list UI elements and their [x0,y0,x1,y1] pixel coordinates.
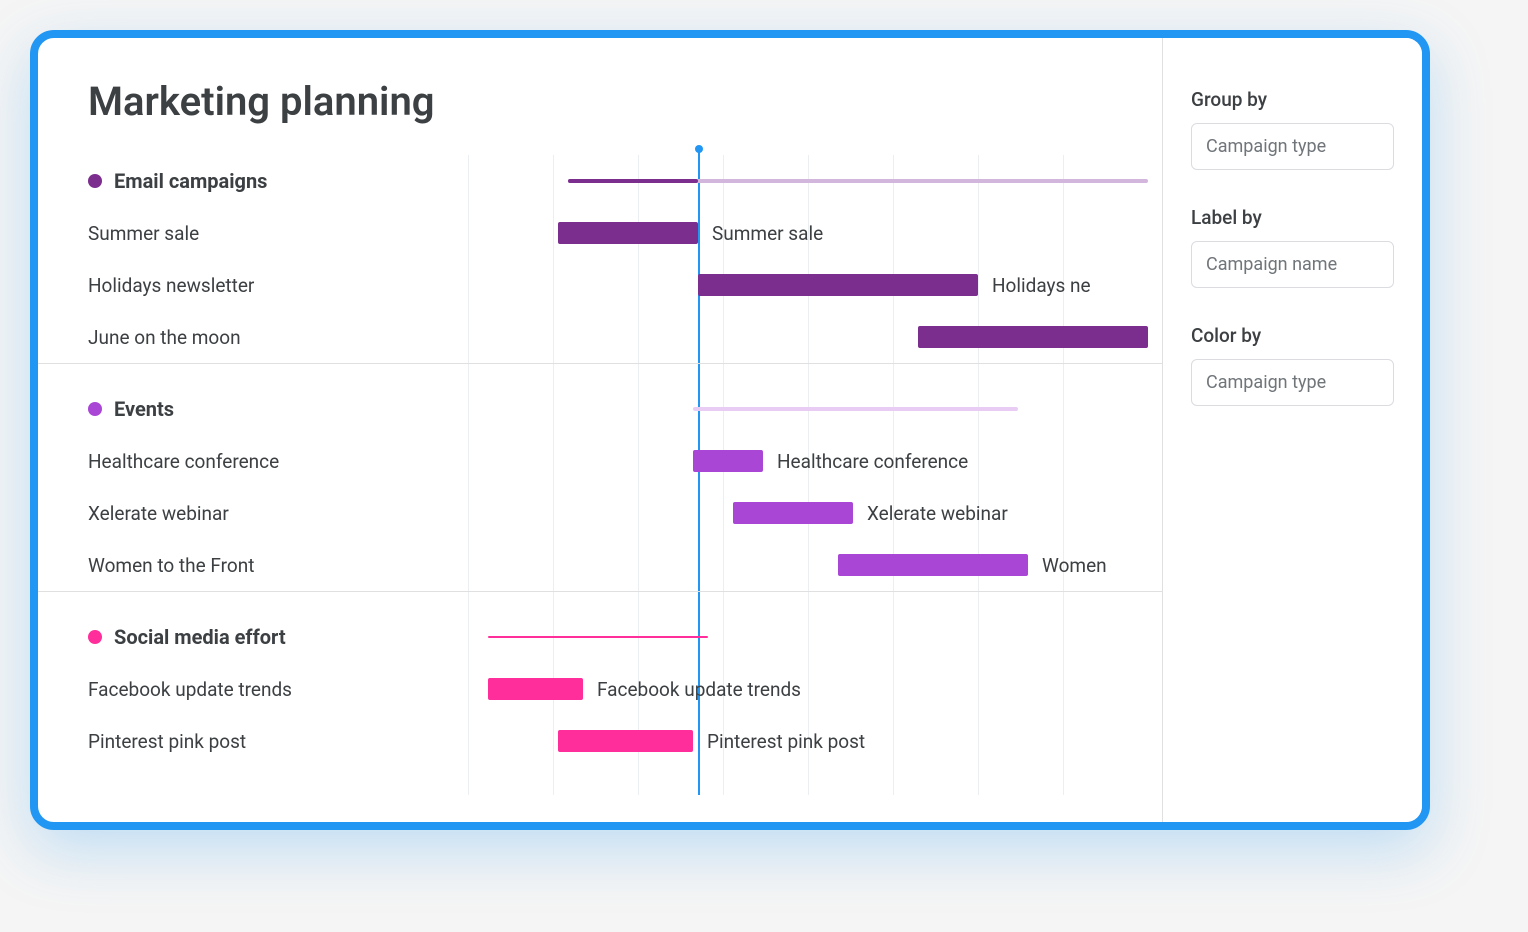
task-bar[interactable] [838,554,1028,576]
task-bar[interactable] [558,730,693,752]
task-label[interactable]: Xelerate webinar [88,487,468,539]
task-bar-row: Pinterest pink post [468,715,1162,767]
group-span-row [468,155,1162,207]
gantt-bars: Summer sale Holidays ne Healthcare confere… [468,155,1162,767]
task-bar-label: Pinterest pink post [707,730,865,752]
group-header[interactable]: Social media effort [88,611,468,663]
task-bar-label: Holidays ne [992,274,1091,296]
group-header[interactable]: Email campaigns [88,155,468,207]
group-header[interactable]: Events [88,383,468,435]
task-bar-label: Healthcare conference [777,450,968,472]
group-span-accent [568,179,698,183]
task-label[interactable]: Healthcare conference [88,435,468,487]
app-window: Marketing planning Email campaigns Summer… [30,30,1430,830]
task-bar-row: Summer sale [468,207,1162,259]
task-labels: Email campaigns Summer saleHolidays newsl… [88,155,468,767]
task-bar[interactable] [733,502,853,524]
task-label[interactable]: Facebook update trends [88,663,468,715]
settings-panel: Group by Campaign type Label by Campaign… [1162,38,1422,822]
task-bar-row: Facebook update trends [468,663,1162,715]
task-bar-row: Holidays ne [468,259,1162,311]
main-area: Marketing planning Email campaigns Summer… [38,38,1162,822]
group-by-label: Group by [1191,88,1394,111]
task-bar[interactable] [488,678,583,700]
task-bar-row: Xelerate webinar [468,487,1162,539]
group-name: Social media effort [114,625,286,649]
group-color-dot [88,630,102,644]
task-bar[interactable] [698,274,978,296]
task-label[interactable]: Summer sale [88,207,468,259]
color-by-select[interactable]: Campaign type [1191,359,1394,406]
task-bar-label: Women [1042,554,1107,576]
label-by-label: Label by [1191,206,1394,229]
color-by-label: Color by [1191,324,1394,347]
task-bar-row: Healthcare conference [468,435,1162,487]
task-bar-label: Summer sale [712,222,823,244]
group-name: Email campaigns [114,169,267,193]
group-span-row [468,611,1162,663]
group-color-dot [88,174,102,188]
page-title: Marketing planning [88,78,1162,125]
task-bar-row [468,311,1162,363]
task-label[interactable]: Holidays newsletter [88,259,468,311]
task-bar[interactable] [693,450,763,472]
task-bar[interactable] [918,326,1148,348]
group-span-line [693,407,1018,411]
gantt-chart: Email campaignsSummer saleHolidays newsl… [88,155,1162,795]
task-label[interactable]: Women to the Front [88,539,468,591]
task-label[interactable]: Pinterest pink post [88,715,468,767]
group-color-dot [88,402,102,416]
task-bar-label: Facebook update trends [597,678,801,700]
label-by-select[interactable]: Campaign name [1191,241,1394,288]
group-name: Events [114,397,174,421]
task-bar-row: Women [468,539,1162,591]
group-by-select[interactable]: Campaign type [1191,123,1394,170]
group-span-line [488,636,708,638]
task-bar[interactable] [558,222,698,244]
task-label[interactable]: June on the moon [88,311,468,363]
group-span-row [468,383,1162,435]
task-bar-label: Xelerate webinar [867,502,1008,524]
